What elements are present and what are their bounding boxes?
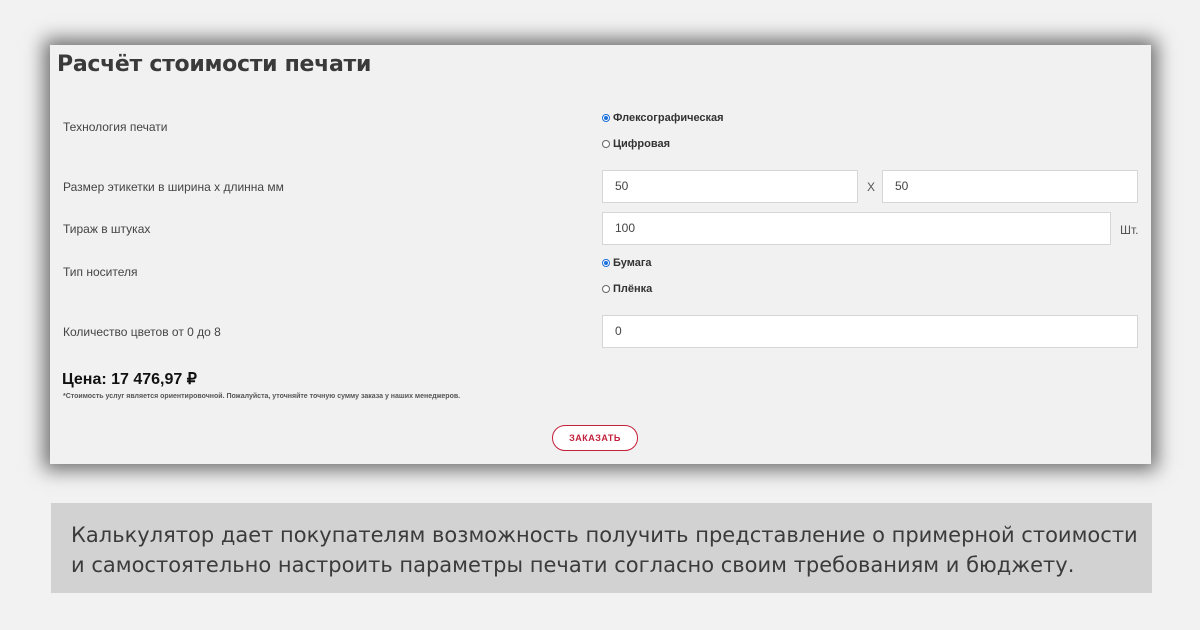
quantity-unit: Шт. (1120, 223, 1139, 237)
radio-label: Плёнка (613, 283, 653, 295)
caption-text: Калькулятор дает покупателям возможность… (71, 523, 1138, 577)
order-button[interactable]: ЗАКАЗАТЬ (552, 425, 638, 451)
caption-box: Калькулятор дает покупателям возможность… (51, 503, 1152, 593)
quantity-label: Тираж в штуках (63, 222, 151, 236)
radio-label: Цифровая (613, 138, 671, 150)
length-input[interactable]: 50 (882, 170, 1138, 203)
quantity-input[interactable]: 100 (602, 212, 1111, 245)
radio-paper[interactable]: Бумага (602, 257, 652, 269)
material-label: Тип носителя (63, 265, 138, 279)
width-input[interactable]: 50 (602, 170, 858, 203)
radio-selected-icon[interactable] (602, 259, 610, 267)
print-cost-calculator: Расчёт стоимости печати Технология печат… (50, 45, 1151, 464)
price-value: Цена: 17 476,97 ₽ (62, 371, 197, 388)
radio-digital[interactable]: Цифровая (602, 138, 670, 150)
radio-selected-icon[interactable] (602, 114, 610, 122)
radio-film[interactable]: Плёнка (602, 283, 652, 295)
colors-label: Количество цветов от 0 до 8 (63, 325, 221, 339)
radio-unselected-icon[interactable] (602, 285, 610, 293)
colors-input[interactable]: 0 (602, 315, 1138, 348)
radio-flexographic[interactable]: Флексографическая (602, 112, 724, 124)
price-disclaimer: *Стоимость услуг является ориентировочно… (63, 393, 461, 400)
calculator-title: Расчёт стоимости печати (57, 52, 372, 77)
radio-label: Флексографическая (613, 112, 724, 124)
size-separator: Х (867, 180, 876, 194)
radio-label: Бумага (613, 257, 652, 269)
radio-unselected-icon[interactable] (602, 140, 610, 148)
size-label: Размер этикетки в ширина х длинна мм (63, 180, 284, 194)
technology-label: Технология печати (63, 120, 168, 134)
